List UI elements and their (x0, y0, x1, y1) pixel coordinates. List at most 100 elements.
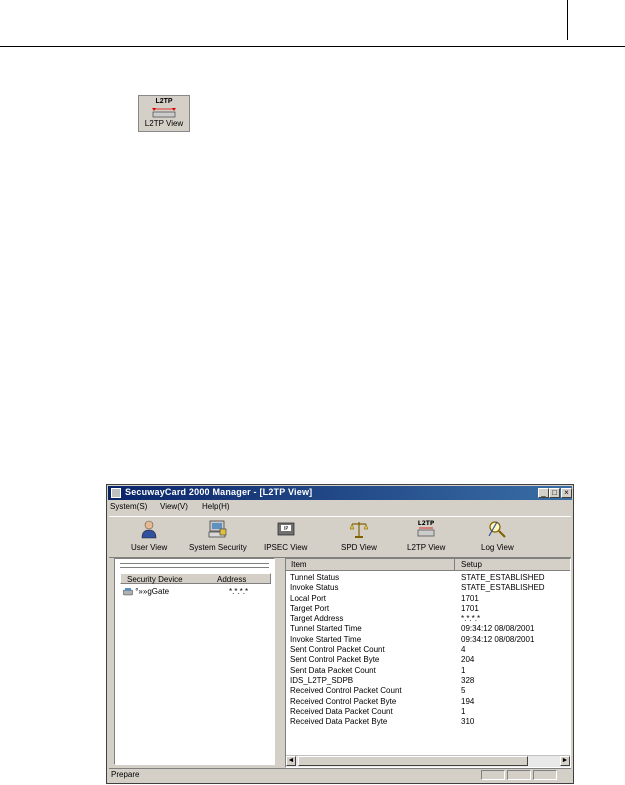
user-icon (141, 520, 157, 539)
setup-cell: 194 (461, 696, 475, 706)
device-list-header: Security Device Address (120, 573, 271, 584)
item-cell: Sent Control Packet Byte (290, 655, 380, 665)
item-cell: Tunnel Status (290, 573, 340, 582)
setup-cell: 1 (461, 706, 466, 716)
scroll-right-button[interactable]: ► (560, 756, 570, 766)
item-cell: Received Control Packet Byte (290, 696, 397, 706)
app-icon (111, 488, 121, 498)
toolbar-user-view[interactable]: User View (131, 519, 167, 555)
l2tp-icon: L2TP (417, 520, 435, 537)
device-row[interactable]: °»»gGate *.*.*.* (122, 587, 273, 596)
pane-splitter-bar (120, 563, 269, 568)
status-text: Prepare (111, 770, 140, 779)
details-rows: Tunnel Status STATE_ESTABLISHED Invoke Sta… (290, 573, 570, 727)
table-row[interactable]: Received Data Packet Count 1 (290, 707, 570, 717)
table-row[interactable]: Received Control Packet Count 5 (290, 686, 570, 696)
column-header-setup[interactable]: Setup (461, 560, 482, 569)
setup-cell: *.*.*.* (461, 614, 481, 624)
column-header-address[interactable]: Address (217, 575, 246, 584)
item-cell: IDS_L2TP_SDPB (290, 675, 354, 685)
setup-cell: 5 (461, 686, 466, 696)
device-name: °»»gGate (135, 587, 170, 596)
setup-cell: 09:34:12 08/08/2001 (461, 634, 535, 644)
minimize-button[interactable]: _ (538, 488, 549, 498)
l2tp-details-pane: Item Setup Tunnel Status STATE_ESTABLISHE… (285, 558, 571, 768)
table-row[interactable]: Received Data Packet Byte 310 (290, 717, 570, 727)
menu-view[interactable]: View(V) (160, 502, 188, 511)
page-header-rule (0, 46, 625, 47)
toolbar-label: SPD View (341, 543, 377, 552)
column-divider[interactable] (454, 559, 455, 570)
toolbar-label: IPSEC View (264, 543, 308, 552)
close-button[interactable]: × (561, 488, 572, 498)
table-row[interactable]: Sent Control Packet Byte 204 (290, 655, 570, 665)
table-row[interactable]: Tunnel Status STATE_ESTABLISHED (290, 573, 570, 583)
status-panel (481, 770, 505, 780)
item-cell: Target Address (290, 614, 344, 624)
l2tp-view-label: L2TP View (144, 119, 184, 128)
item-cell: Received Data Packet Byte (290, 717, 388, 727)
table-row[interactable]: Target Address *.*.*.* (290, 614, 570, 624)
setup-cell: 1701 (461, 603, 479, 613)
setup-cell: 09:34:12 08/08/2001 (461, 624, 535, 634)
details-header: Item Setup (286, 559, 570, 571)
toolbar-system-security[interactable]: System Security (189, 519, 247, 555)
maximize-button[interactable]: □ (549, 488, 560, 498)
toolbar-l2tp-view[interactable]: L2TP L2TP View (407, 519, 445, 555)
item-cell: Target Port (290, 603, 330, 613)
status-bar: Prepare (109, 768, 571, 781)
toolbar: User View System Security IP IPSEC View (109, 516, 571, 558)
table-row[interactable]: Sent Control Packet Count 4 (290, 645, 570, 655)
setup-cell: 4 (461, 645, 466, 655)
device-list-pane: Security Device Address °»»gGate *.*.*.* (114, 558, 275, 765)
item-cell: Local Port (290, 593, 327, 603)
item-cell: Received Control Packet Count (290, 686, 402, 696)
menu-help[interactable]: Help(H) (202, 502, 230, 511)
setup-cell: 1 (461, 665, 466, 675)
app-window: SecuwayCard 2000 Manager - [L2TP View] _… (106, 484, 574, 784)
l2tp-icon-text: L2TP (155, 98, 173, 105)
svg-text:IP: IP (283, 526, 288, 532)
l2tp-device-graphic (152, 108, 176, 118)
title-bar: SecuwayCard 2000 Manager - [L2TP View] _… (108, 486, 572, 500)
horizontal-scrollbar[interactable]: ◄ ► (286, 755, 570, 767)
setup-cell: 328 (461, 675, 475, 685)
item-cell: Sent Data Packet Count (290, 665, 376, 675)
device-address: *.*.*.* (229, 587, 249, 596)
toolbar-label: L2TP View (407, 543, 446, 552)
column-header-security-device[interactable]: Security Device (127, 575, 183, 584)
table-row[interactable]: Local Port 1701 (290, 594, 570, 604)
window-title: SecuwayCard 2000 Manager - [L2TP View] (125, 487, 313, 497)
setup-cell: STATE_ESTABLISHED (461, 583, 545, 593)
scroll-thumb[interactable] (298, 756, 528, 766)
table-row[interactable]: Received Control Packet Byte 194 (290, 697, 570, 707)
toolbar-label: System Security (189, 543, 247, 552)
table-row[interactable]: Invoke Started Time 09:34:12 08/08/2001 (290, 635, 570, 645)
status-panel (533, 770, 557, 780)
svg-text:L2TP: L2TP (418, 520, 435, 527)
item-cell: Received Data Packet Count (290, 706, 393, 716)
table-row[interactable]: Invoke Status STATE_ESTABLISHED (290, 583, 570, 593)
table-row[interactable]: Tunnel Started Time 09:34:12 08/08/2001 (290, 624, 570, 634)
scroll-left-button[interactable]: ◄ (286, 756, 296, 766)
toolbar-log-view[interactable]: Log View (481, 519, 514, 555)
column-header-item[interactable]: Item (291, 560, 307, 569)
item-cell: Tunnel Started Time (290, 624, 362, 634)
ipsec-icon: IP (277, 522, 295, 536)
page-header-tick (567, 0, 568, 40)
menu-system[interactable]: System(S) (110, 502, 147, 511)
toolbar-ipsec-view[interactable]: IP IPSEC View (264, 519, 307, 555)
item-cell: Sent Control Packet Count (290, 645, 385, 655)
item-cell: Invoke Status (290, 583, 339, 593)
table-row[interactable]: Sent Data Packet Count 1 (290, 666, 570, 676)
item-cell: Invoke Started Time (290, 634, 362, 644)
setup-cell: 204 (461, 655, 475, 665)
computer-lock-icon (208, 520, 227, 538)
setup-cell: 1701 (461, 593, 479, 603)
l2tp-view-icon: L2TP L2TP View (138, 95, 190, 132)
scales-icon (349, 522, 369, 538)
table-row[interactable]: IDS_L2TP_SDPB 328 (290, 676, 570, 686)
table-row[interactable]: Target Port 1701 (290, 604, 570, 614)
device-icon (122, 587, 134, 596)
toolbar-spd-view[interactable]: SPD View (341, 519, 377, 555)
